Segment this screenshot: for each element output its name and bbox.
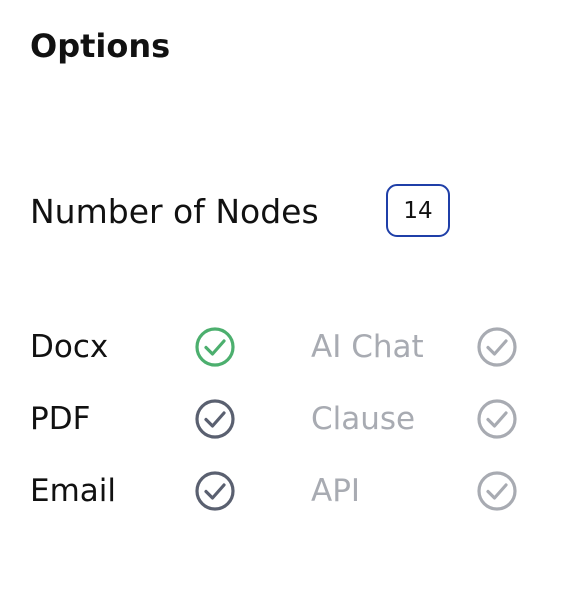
option-label-docx: Docx [30,329,109,365]
option-label-pdf: PDF [30,401,91,437]
page-title: Options [30,27,171,65]
option-label-ai-chat: AI Chat [311,329,424,365]
option-label-clause: Clause [311,401,416,437]
ai-chat-check-icon[interactable] [476,326,518,368]
nodes-label: Number of Nodes [30,192,319,231]
docx-check-icon[interactable] [194,326,236,368]
option-label-email: Email [30,473,117,509]
pdf-check-icon[interactable] [194,398,236,440]
api-check-icon[interactable] [476,470,518,512]
nodes-count-input[interactable] [386,184,450,237]
clause-check-icon[interactable] [476,398,518,440]
option-label-api: API [311,473,361,509]
email-check-icon[interactable] [194,470,236,512]
